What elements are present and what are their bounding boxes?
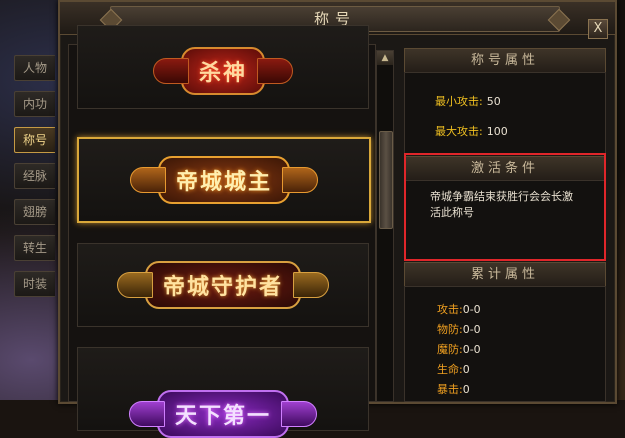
title-list-item[interactable]: 杀神 <box>77 25 369 109</box>
side-tab-bar: 人物 内功 称号 经脉 翅膀 转生 时装 <box>14 55 58 307</box>
min-attack-label: 最小攻击: <box>435 95 483 108</box>
min-attack-value: 50 <box>486 95 501 108</box>
wing-ornament-icon <box>128 400 165 427</box>
activation-condition-text: 帝城争霸结束获胜行会会长激活此称号 <box>430 190 573 219</box>
tab-inner-skill[interactable]: 内功 <box>14 91 55 117</box>
tab-fashion[interactable]: 时装 <box>14 271 55 297</box>
tab-wings[interactable]: 翅膀 <box>14 199 55 225</box>
min-attack-stat: 最小攻击: 50 <box>435 93 501 109</box>
title-list-item[interactable]: 帝城守护者 <box>77 243 369 327</box>
close-button[interactable]: X <box>588 19 608 39</box>
cum-section-body: 攻击:0-0 物防:0-0 魔防:0-0 生命:0 暴击:0 <box>404 286 606 402</box>
cum-stat-row: 暴击:0 <box>437 383 470 396</box>
title-list-item-selected[interactable]: 帝城城主 <box>77 137 371 223</box>
title-badge-label: 帝城守护者 <box>162 274 284 300</box>
title-badge: 帝城守护者 <box>116 261 330 309</box>
wing-ornament-icon <box>293 272 330 298</box>
tab-character[interactable]: 人物 <box>14 55 55 81</box>
attr-section-body: 最小攻击: 50 最大攻击: 100 <box>404 72 606 154</box>
cum-stat-row: 物防:0-0 <box>437 323 481 336</box>
wing-ornament-icon <box>281 400 318 427</box>
wing-ornament-icon <box>152 58 189 85</box>
wing-ornament-icon <box>282 167 319 193</box>
max-attack-label: 最大攻击: <box>435 125 483 138</box>
scroll-up-arrow-icon[interactable]: ▲ <box>377 51 393 65</box>
activation-condition-highlight: 帝城争霸结束获胜行会会长激活此称号 <box>404 153 606 261</box>
attr-section-header: 称号属性 <box>404 48 606 74</box>
cum-stat-row: 攻击:0-0 <box>437 303 481 316</box>
max-attack-stat: 最大攻击: 100 <box>435 123 508 139</box>
title-badge-label: 杀神 <box>198 60 248 87</box>
scroll-thumb[interactable] <box>379 131 393 229</box>
wing-ornament-icon <box>129 167 166 193</box>
title-badge: 天下第一 <box>128 389 318 438</box>
title-badge-label: 帝城城主 <box>175 169 273 195</box>
wing-ornament-icon <box>116 272 153 298</box>
wing-ornament-icon <box>257 58 294 85</box>
title-list-item[interactable]: 天下第一 <box>77 347 369 438</box>
title-list-scrollbar[interactable]: ▲ <box>376 50 394 402</box>
cum-stat-row: 生命:0 <box>437 363 470 376</box>
title-badge: 帝城城主 <box>129 156 319 204</box>
tab-meridian[interactable]: 经脉 <box>14 163 55 189</box>
max-attack-value: 100 <box>486 125 508 138</box>
tab-title[interactable]: 称号 <box>14 127 55 153</box>
title-badge: 杀神 <box>152 47 294 96</box>
tab-rebirth[interactable]: 转生 <box>14 235 55 261</box>
cum-section-header: 累计属性 <box>404 262 606 288</box>
title-badge-label: 天下第一 <box>174 402 272 429</box>
cum-stat-row: 魔防:0-0 <box>437 343 481 356</box>
title-list-panel: 杀神 帝城城主 帝城守护者 天下第一 <box>68 25 376 438</box>
